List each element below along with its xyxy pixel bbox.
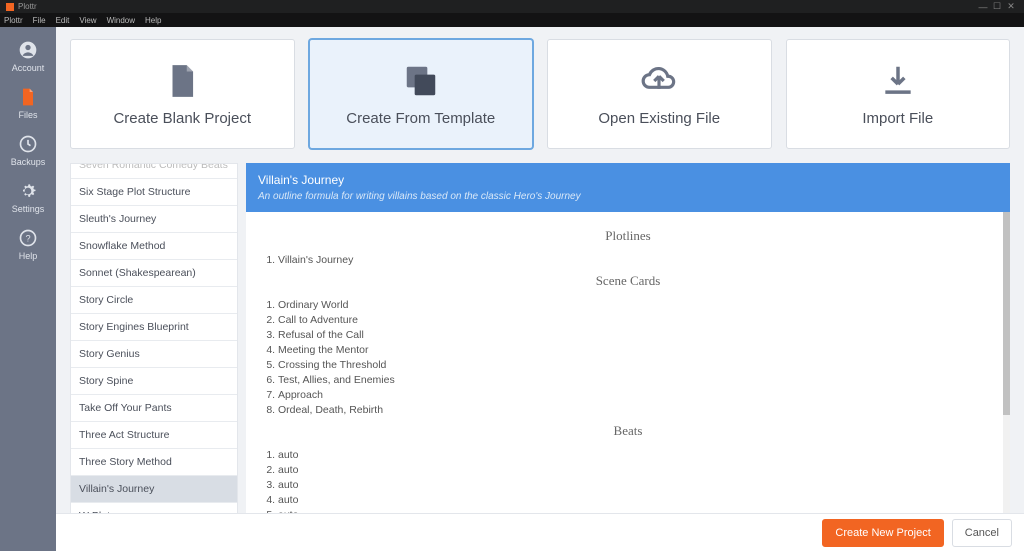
card-open-existing[interactable]: Open Existing File bbox=[547, 39, 772, 149]
detail-body[interactable]: Plotlines Villain's Journey Scene Cards … bbox=[246, 212, 1010, 551]
menu-file[interactable]: File bbox=[33, 16, 46, 25]
card-label: Open Existing File bbox=[598, 110, 720, 127]
plotlines-heading: Plotlines bbox=[264, 228, 992, 244]
list-item: auto bbox=[278, 447, 992, 462]
create-new-project-button[interactable]: Create New Project bbox=[822, 519, 943, 547]
template-detail-panel: Villain's Journey An outline formula for… bbox=[246, 163, 1010, 551]
sidebar-item-settings[interactable]: Settings bbox=[0, 174, 56, 221]
list-item: Test, Allies, and Enemies bbox=[278, 372, 992, 387]
template-list-item[interactable]: Three Story Method bbox=[71, 449, 237, 476]
window-titlebar: Plottr — ☐ ✕ bbox=[0, 0, 1024, 13]
clock-icon bbox=[18, 134, 38, 154]
template-list-item[interactable]: Take Off Your Pants bbox=[71, 395, 237, 422]
list-item: Meeting the Mentor bbox=[278, 342, 992, 357]
template-list-item[interactable]: Sleuth's Journey bbox=[71, 206, 237, 233]
template-list-item[interactable]: Seven Romantic Comedy Beats bbox=[71, 163, 237, 179]
sidebar-item-label: Account bbox=[12, 63, 45, 73]
sidebar-item-help[interactable]: ? Help bbox=[0, 221, 56, 268]
plotlines-list: Villain's Journey bbox=[264, 252, 992, 267]
sidebar-item-label: Files bbox=[18, 110, 37, 120]
list-item: auto bbox=[278, 462, 992, 477]
card-create-from-template[interactable]: Create From Template bbox=[309, 39, 534, 149]
sidebar-item-label: Help bbox=[19, 251, 38, 261]
list-item: Villain's Journey bbox=[278, 252, 992, 267]
help-icon: ? bbox=[18, 228, 38, 248]
action-cards-row: Create Blank Project Create From Templat… bbox=[70, 39, 1010, 149]
sidebar-item-account[interactable]: Account bbox=[0, 33, 56, 80]
menu-window[interactable]: Window bbox=[107, 16, 135, 25]
template-list-item[interactable]: Story Circle bbox=[71, 287, 237, 314]
template-list-item[interactable]: Story Engines Blueprint bbox=[71, 314, 237, 341]
template-list-item[interactable]: Sonnet (Shakespearean) bbox=[71, 260, 237, 287]
menu-edit[interactable]: Edit bbox=[56, 16, 70, 25]
blank-file-icon bbox=[163, 62, 201, 100]
card-label: Import File bbox=[862, 110, 933, 127]
scrollbar-thumb[interactable] bbox=[1003, 212, 1010, 415]
cloud-upload-icon bbox=[640, 62, 678, 100]
sidebar-item-backups[interactable]: Backups bbox=[0, 127, 56, 174]
card-import-file[interactable]: Import File bbox=[786, 39, 1011, 149]
card-label: Create Blank Project bbox=[113, 110, 251, 127]
detail-description: An outline formula for writing villains … bbox=[258, 191, 998, 202]
footer-bar: Create New Project Cancel bbox=[56, 513, 1024, 551]
svg-text:?: ? bbox=[25, 233, 30, 243]
app-logo-icon bbox=[6, 3, 14, 11]
menu-plottr[interactable]: Plottr bbox=[4, 16, 23, 25]
menu-bar: Plottr File Edit View Window Help bbox=[0, 13, 1024, 27]
main-content: Create Blank Project Create From Templat… bbox=[56, 27, 1024, 551]
file-icon bbox=[18, 87, 38, 107]
cancel-button[interactable]: Cancel bbox=[952, 519, 1012, 547]
beats-heading: Beats bbox=[264, 423, 992, 439]
list-item: Crossing the Threshold bbox=[278, 357, 992, 372]
detail-title: Villain's Journey bbox=[258, 173, 998, 187]
template-list[interactable]: Seven Romantic Comedy BeatsSix Stage Plo… bbox=[70, 163, 238, 551]
sidebar-item-label: Backups bbox=[11, 157, 46, 167]
download-icon bbox=[879, 62, 917, 100]
app-title: Plottr bbox=[18, 2, 37, 11]
close-button[interactable]: ✕ bbox=[1004, 0, 1018, 13]
template-list-item[interactable]: Story Genius bbox=[71, 341, 237, 368]
maximize-button[interactable]: ☐ bbox=[990, 0, 1004, 13]
template-list-item[interactable]: Villain's Journey bbox=[71, 476, 237, 503]
template-list-item[interactable]: Snowflake Method bbox=[71, 233, 237, 260]
list-item: auto bbox=[278, 477, 992, 492]
template-icon bbox=[402, 62, 440, 100]
scene-cards-list: Ordinary WorldCall to AdventureRefusal o… bbox=[264, 297, 992, 417]
card-create-blank[interactable]: Create Blank Project bbox=[70, 39, 295, 149]
nav-sidebar: Account Files Backups Settings ? Help bbox=[0, 27, 56, 551]
menu-help[interactable]: Help bbox=[145, 16, 161, 25]
card-label: Create From Template bbox=[346, 110, 495, 127]
list-item: Ordeal, Death, Rebirth bbox=[278, 402, 992, 417]
template-list-item[interactable]: Six Stage Plot Structure bbox=[71, 179, 237, 206]
template-list-item[interactable]: Three Act Structure bbox=[71, 422, 237, 449]
user-icon bbox=[18, 40, 38, 60]
menu-view[interactable]: View bbox=[79, 16, 96, 25]
minimize-button[interactable]: — bbox=[976, 0, 990, 13]
list-item: Ordinary World bbox=[278, 297, 992, 312]
scrollbar[interactable] bbox=[1003, 212, 1010, 551]
scene-cards-heading: Scene Cards bbox=[264, 273, 992, 289]
list-item: Call to Adventure bbox=[278, 312, 992, 327]
list-item: Refusal of the Call bbox=[278, 327, 992, 342]
list-item: auto bbox=[278, 492, 992, 507]
list-item: Approach bbox=[278, 387, 992, 402]
sidebar-item-label: Settings bbox=[12, 204, 45, 214]
gear-icon bbox=[18, 181, 38, 201]
sidebar-item-files[interactable]: Files bbox=[0, 80, 56, 127]
template-list-item[interactable]: Story Spine bbox=[71, 368, 237, 395]
detail-header: Villain's Journey An outline formula for… bbox=[246, 163, 1010, 212]
